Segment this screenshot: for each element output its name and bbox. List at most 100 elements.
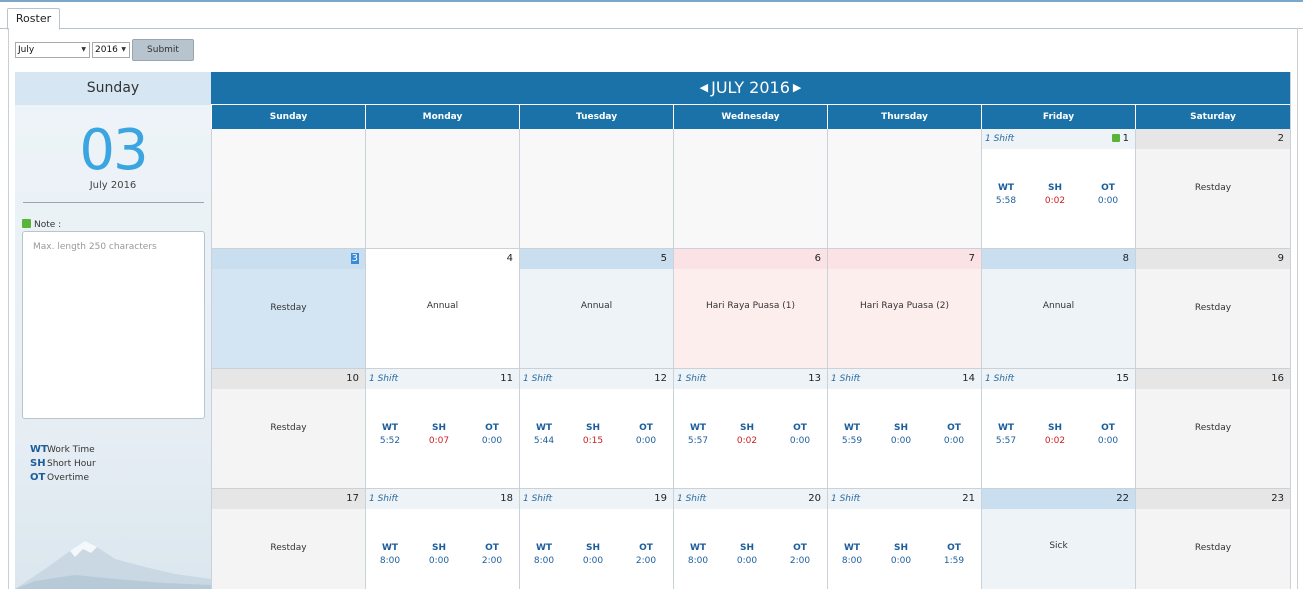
day-cell-empty[interactable] [365, 129, 519, 249]
day-cell-22[interactable]: 22 Sick [981, 489, 1135, 589]
day-cell-4[interactable]: 4 Annual [365, 249, 519, 369]
note-textarea[interactable]: Max. length 250 characters [22, 231, 205, 419]
day-cell-19[interactable]: 1 Shift 19 WT 8:00 SH 0:00 OT 2:00 [519, 489, 673, 589]
day-number: 23 [1271, 493, 1284, 504]
day-cell-18[interactable]: 1 Shift 18 WT 8:00 SH 0:00 OT 2:00 [365, 489, 519, 589]
shift-label[interactable]: 1 Shift [831, 374, 860, 384]
shift-label[interactable]: 1 Shift [677, 494, 706, 504]
day-cell-empty[interactable] [827, 129, 981, 249]
prev-month-icon[interactable]: ◀ [700, 72, 708, 104]
day-cell-header: 1 Shift 14 [828, 369, 981, 389]
shift-label[interactable]: 1 Shift [985, 134, 1014, 144]
legend-key: WT [30, 444, 48, 455]
stat-key: WT [997, 183, 1015, 193]
shift-label[interactable]: 1 Shift [523, 494, 552, 504]
stat-sh: SH 0:02 [727, 423, 767, 446]
stat-key: OT [947, 543, 961, 553]
stat-value: 2:00 [481, 556, 503, 566]
day-cell-8[interactable]: 8 Annual [981, 249, 1135, 369]
submit-button[interactable]: Submit [132, 39, 194, 61]
legend-item: SHShort Hour [30, 457, 96, 471]
day-cell-empty[interactable] [519, 129, 673, 249]
stat-key: OT [793, 543, 807, 553]
next-month-icon[interactable]: ▶ [793, 72, 801, 104]
day-number: 18 [500, 493, 513, 504]
shift-label[interactable]: 1 Shift [369, 374, 398, 384]
year-select[interactable]: 2016 ▼ [92, 42, 130, 58]
legend: WTWork Time SHShort Hour OT Overtime [30, 443, 96, 485]
day-cell-empty[interactable] [673, 129, 827, 249]
day-cell-11[interactable]: 1 Shift 11 WT 5:52 SH 0:07 OT 0:00 [365, 369, 519, 489]
stat-key: SH [1047, 183, 1062, 193]
day-status-label: Hari Raya Puasa (2) [860, 301, 949, 311]
day-cell-2[interactable]: 2 Restday [1135, 129, 1290, 249]
legend-item: OT Overtime [30, 471, 96, 485]
day-cell-header: 7 [828, 249, 981, 269]
day-cell-empty[interactable] [211, 129, 365, 249]
day-cell-23[interactable]: 23 Restday [1135, 489, 1290, 589]
stat-ot: OT 0:00 [780, 423, 820, 446]
note-label-text: Note : [34, 220, 62, 230]
shift-label[interactable]: 1 Shift [985, 374, 1014, 384]
day-cell-16[interactable]: 16 Restday [1135, 369, 1290, 489]
day-number: 12 [654, 373, 667, 384]
day-cell-21[interactable]: 1 Shift 21 WT 8:00 SH 0:00 OT 1:59 [827, 489, 981, 589]
day-number: 6 [814, 253, 821, 264]
stat-value: 0:00 [943, 436, 965, 446]
stat-key: SH [585, 423, 600, 433]
day-cell-9[interactable]: 9 Restday [1135, 249, 1290, 369]
chevron-down-icon: ▼ [81, 46, 86, 53]
stat-wt: WT 8:00 [832, 543, 872, 566]
stat-wt: WT 8:00 [524, 543, 564, 566]
day-cell-17[interactable]: 17 Restday [211, 489, 365, 589]
day-cell-12[interactable]: 1 Shift 12 WT 5:44 SH 0:15 OT 0:00 [519, 369, 673, 489]
day-status-label: Restday [270, 303, 307, 313]
day-number: 17 [346, 493, 359, 504]
day-cell-13[interactable]: 1 Shift 13 WT 5:57 SH 0:02 OT 0:00 [673, 369, 827, 489]
stat-value: 0:00 [635, 436, 657, 446]
day-cell-5[interactable]: 5 Annual [519, 249, 673, 369]
day-cell-14[interactable]: 1 Shift 14 WT 5:59 SH 0:00 OT 0:00 [827, 369, 981, 489]
stat-key: SH [739, 543, 754, 553]
stat-key: WT [689, 543, 707, 553]
shift-label[interactable]: 1 Shift [523, 374, 552, 384]
stat-key: WT [997, 423, 1015, 433]
day-cell-header: 10 [212, 369, 365, 389]
shift-label[interactable]: 1 Shift [677, 374, 706, 384]
day-cell-6[interactable]: 6 Hari Raya Puasa (1) [673, 249, 827, 369]
selected-day-name: Sunday [15, 72, 211, 105]
stat-value: 2:00 [635, 556, 657, 566]
day-cell-20[interactable]: 1 Shift 20 WT 8:00 SH 0:00 OT 2:00 [673, 489, 827, 589]
tab-roster[interactable]: Roster [7, 8, 60, 30]
stat-value: 8:00 [687, 556, 709, 566]
stat-ot: OT 0:00 [626, 423, 666, 446]
day-number: 9 [1277, 253, 1284, 264]
day-number: 5 [660, 253, 667, 264]
day-cell-3[interactable]: 3 Restday [211, 249, 365, 369]
day-status-label: Restday [1194, 183, 1232, 193]
day-cell-header: 23 [1136, 489, 1290, 509]
day-cell-7[interactable]: 7 Hari Raya Puasa (2) [827, 249, 981, 369]
stat-ot: OT 2:00 [626, 543, 666, 566]
month-select[interactable]: July ▼ [15, 42, 90, 58]
stat-value: 5:57 [995, 436, 1017, 446]
stat-key: OT [639, 423, 653, 433]
day-cell-1[interactable]: 1 Shift 1 WT 5:58 SH 0:02 OT 0:00 [981, 129, 1135, 249]
stat-key: OT [1101, 183, 1115, 193]
day-cell-10[interactable]: 10 Restday [211, 369, 365, 489]
stat-wt: WT 5:57 [986, 423, 1026, 446]
stat-ot: OT 0:00 [934, 423, 974, 446]
weekday-saturday: Saturday [1135, 104, 1290, 129]
day-cell-15[interactable]: 1 Shift 15 WT 5:57 SH 0:02 OT 0:00 [981, 369, 1135, 489]
day-status-label: Annual [1042, 301, 1075, 311]
day-cell-header: 17 [212, 489, 365, 509]
selected-month-year: July 2016 [89, 180, 137, 191]
day-cell-header: 1 Shift 19 [520, 489, 673, 509]
shift-label[interactable]: 1 Shift [831, 494, 860, 504]
shift-label[interactable]: 1 Shift [369, 494, 398, 504]
day-number: 15 [1116, 373, 1129, 384]
day-number: 20 [808, 493, 821, 504]
day-number: 13 [808, 373, 821, 384]
selected-day-panel: Sunday 03 July 2016 Note : Max. length 2… [15, 72, 211, 589]
day-cell-header: 16 [1136, 369, 1290, 389]
